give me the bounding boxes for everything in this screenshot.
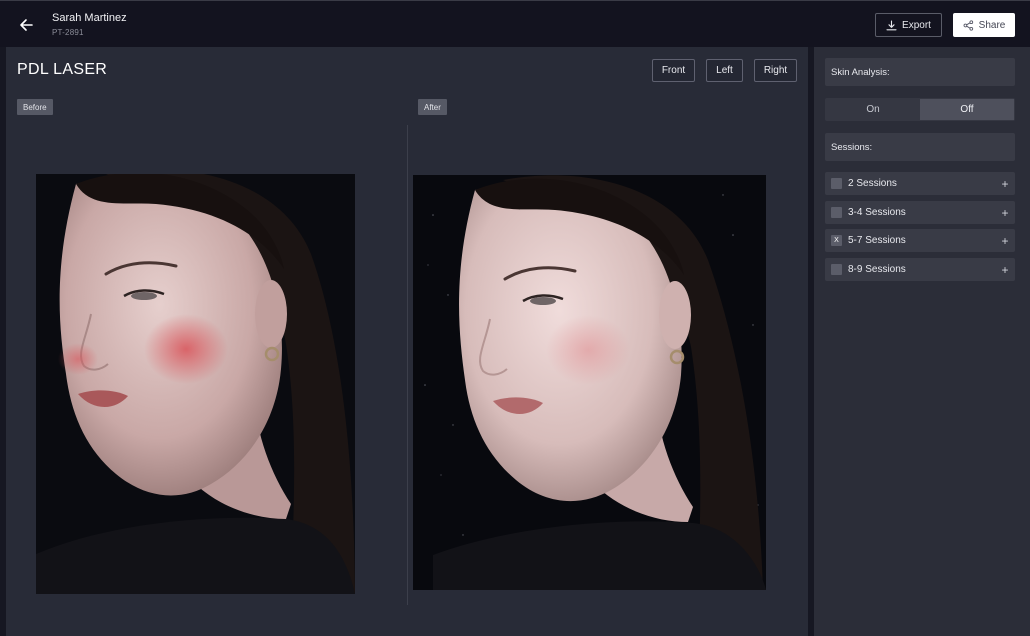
session-label: 3-4 Sessions (848, 207, 906, 218)
compare-divider[interactable] (407, 125, 408, 605)
session-row-3-4[interactable]: 3-4 Sessions + (825, 201, 1015, 224)
session-row-8-9[interactable]: 8-9 Sessions + (825, 258, 1015, 281)
session-label: 5-7 Sessions (848, 235, 906, 246)
patient-name: Sarah Martinez (52, 12, 127, 24)
after-photo (413, 175, 766, 590)
plus-icon[interactable]: + (995, 177, 1015, 191)
session-checkbox[interactable] (831, 178, 842, 189)
session-label: 2 Sessions (848, 178, 897, 189)
share-button[interactable]: Share (953, 13, 1015, 37)
skin-analysis-label: Skin Analysis: (825, 58, 1015, 86)
arrow-left-icon (20, 19, 33, 31)
sidebar: Skin Analysis: On Off Sessions: 2 Sessio… (814, 47, 1030, 636)
session-checkbox[interactable] (831, 264, 842, 275)
skin-analysis-toggle: On Off (825, 98, 1015, 121)
before-photo (36, 174, 355, 594)
session-checkbox-checked[interactable]: X (831, 235, 842, 246)
plus-icon[interactable]: + (995, 206, 1015, 220)
plus-icon[interactable]: + (995, 234, 1015, 248)
view-front-button[interactable]: Front (652, 59, 695, 82)
patient-id: PT-2891 (52, 28, 84, 37)
session-row-5-7[interactable]: X 5-7 Sessions + (825, 229, 1015, 252)
view-right-button[interactable]: Right (754, 59, 797, 82)
top-bar: Sarah Martinez PT-2891 Export Share (0, 0, 1030, 47)
session-label: 8-9 Sessions (848, 264, 906, 275)
sessions-label: Sessions: (825, 133, 1015, 161)
comparison-panel: PDL LASER Front Left Right Before After (6, 47, 808, 636)
export-label: Export (902, 19, 931, 31)
procedure-title: PDL LASER (17, 61, 108, 78)
plus-icon[interactable]: + (995, 263, 1015, 277)
back-button[interactable] (14, 13, 38, 37)
toggle-off[interactable]: Off (920, 99, 1014, 120)
session-checkbox[interactable] (831, 207, 842, 218)
session-row-2[interactable]: 2 Sessions + (825, 172, 1015, 195)
export-button[interactable]: Export (875, 13, 942, 37)
after-tag: After (418, 99, 447, 115)
share-icon (963, 19, 973, 31)
before-tag: Before (17, 99, 53, 115)
toggle-on[interactable]: On (826, 99, 920, 120)
view-left-button[interactable]: Left (706, 59, 743, 82)
share-label: Share (978, 19, 1006, 31)
download-icon (886, 19, 897, 30)
